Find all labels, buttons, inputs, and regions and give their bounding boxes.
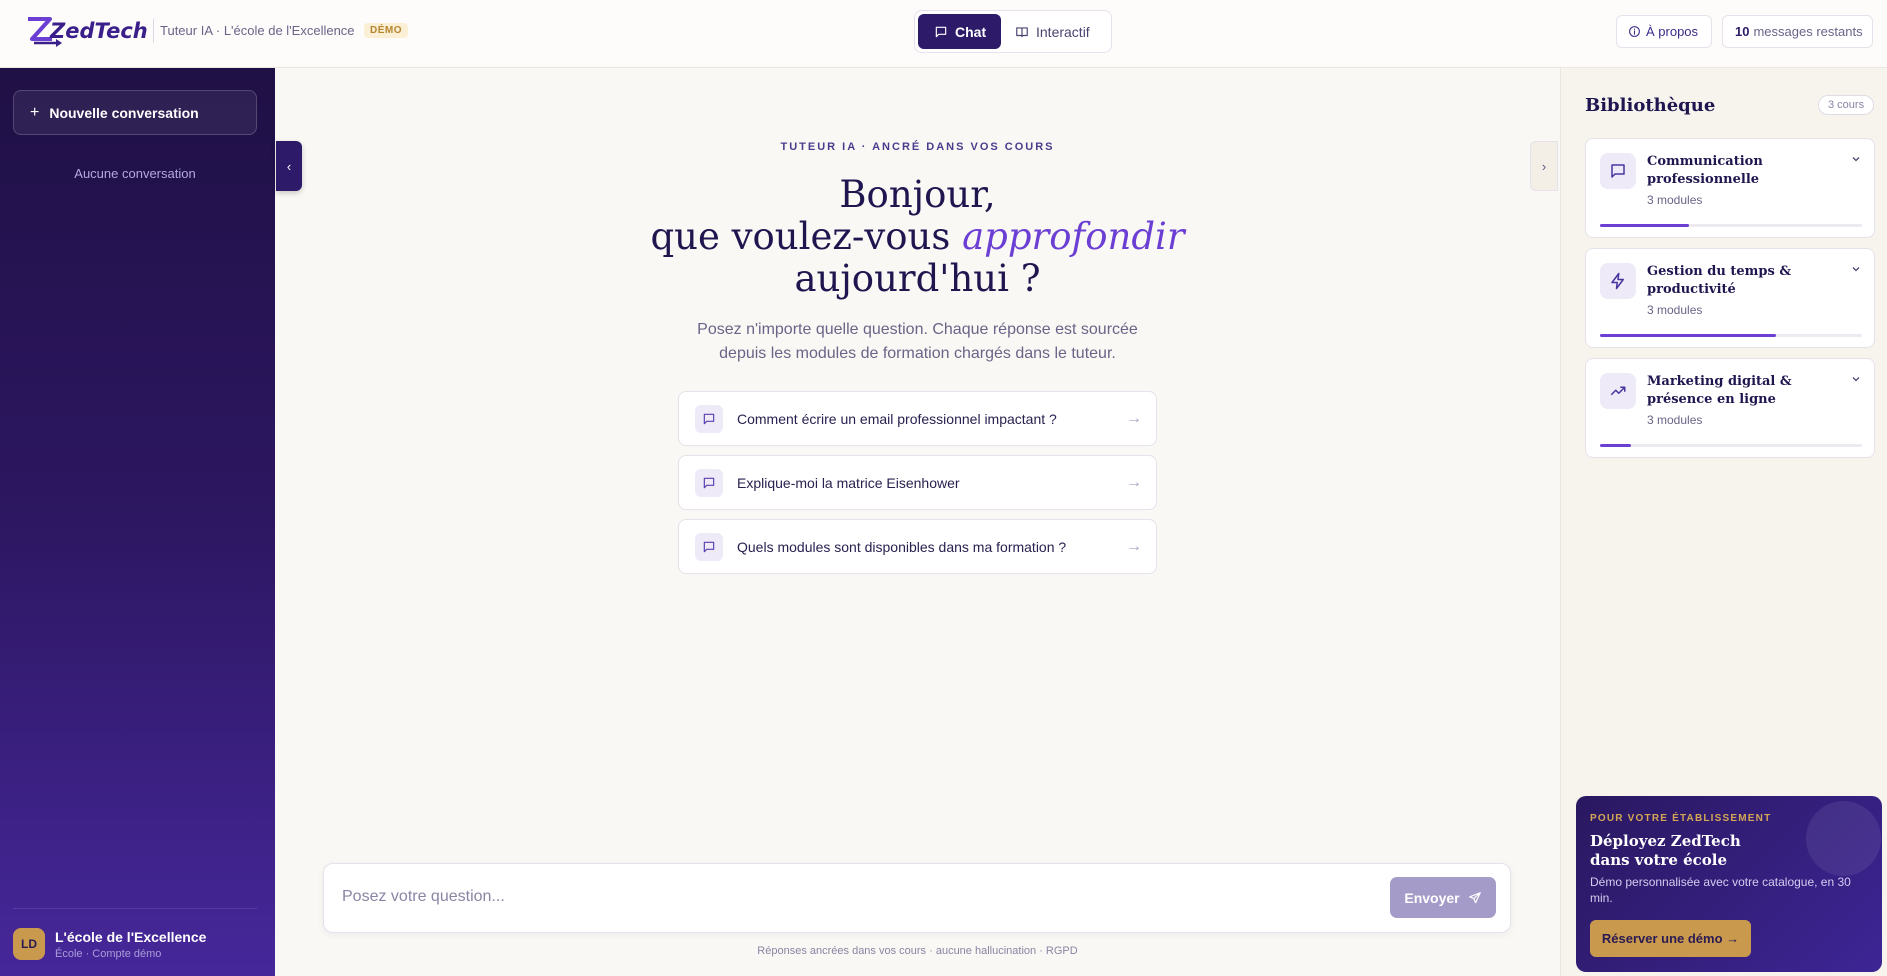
course-modules: 3 modules: [1647, 413, 1703, 427]
school-account[interactable]: LD L'école de l'Excellence École · Compt…: [13, 928, 206, 960]
course-title: Communication professionnelle: [1647, 154, 1763, 187]
course-title: Marketing digital & présence en ligne: [1647, 374, 1792, 407]
send-button[interactable]: Envoyer: [1390, 877, 1496, 918]
send-icon: [1468, 891, 1481, 903]
school-name: L'école de l'Excellence: [55, 928, 207, 945]
chevron-down-icon[interactable]: [1850, 263, 1862, 278]
mode-interactive-label: Interactif: [1036, 23, 1090, 40]
new-conversation-label: Nouvelle conversation: [49, 104, 199, 121]
hero-line-1: Bonjour,: [839, 173, 996, 216]
chevron-down-icon[interactable]: [1850, 373, 1862, 388]
mode-interactive-button[interactable]: Interactif: [1013, 14, 1109, 49]
hero-line-2: que voulez-vous approfondir: [275, 216, 1560, 258]
cta-title-line-2: dans votre école: [1590, 851, 1728, 869]
messages-label: messages restants: [1753, 24, 1863, 39]
chat-icon: [935, 26, 947, 37]
suggestion-card[interactable]: Explique-moi la matrice Eisenhower →: [678, 455, 1157, 510]
course-progress-fill: [1600, 334, 1776, 337]
chevron-left-icon: ‹: [286, 158, 292, 174]
chevron-right-icon: ›: [1541, 158, 1547, 174]
course-progress-fill: [1600, 224, 1690, 227]
trending-up-icon: [1600, 373, 1636, 409]
demo-badge: DÉMO: [364, 23, 408, 38]
cta-description: Démo personnalisée avec votre catalogue,…: [1590, 875, 1851, 905]
arrow-right-icon: →: [1126, 537, 1142, 555]
message-square-icon: [695, 532, 723, 561]
course-modules: 3 modules: [1647, 193, 1703, 207]
course-card[interactable]: Communication professionnelle 3 modules: [1585, 138, 1875, 238]
suggestion-text: Comment écrire un email professionnel im…: [737, 410, 1057, 427]
hero-subtitle-line-2: depuis les modules de formation chargés …: [719, 345, 1116, 362]
arrow-right-icon: →: [1126, 409, 1142, 427]
header-subtitle: Tuteur IA · L'école de l'Excellence: [160, 23, 355, 38]
logo-text: ZedTech: [49, 19, 148, 43]
school-role: École · Compte démo: [55, 947, 162, 960]
sidebar-divider: [13, 908, 257, 909]
suggestion-text: Quels modules sont disponibles dans ma f…: [737, 538, 1067, 555]
about-button[interactable]: À propos: [1616, 15, 1712, 48]
top-header: ZedTech Tuteur IA · L'école de l'Excelle…: [0, 0, 1887, 68]
messages-remaining: 10 messages restants: [1722, 15, 1873, 48]
cta-title-line-1: Déployez ZedTech: [1590, 832, 1741, 850]
mode-switch: Chat Interactif: [914, 10, 1112, 53]
book-demo-button[interactable]: Réserver une démo →: [1590, 920, 1751, 957]
course-modules: 3 modules: [1647, 303, 1703, 317]
course-title: Gestion du temps & productivité: [1647, 264, 1792, 297]
mode-chat-button[interactable]: Chat: [918, 14, 1001, 49]
composer-footnote: Réponses ancrées dans vos cours · aucune…: [757, 945, 1078, 957]
message-square-icon: [695, 468, 723, 497]
course-card[interactable]: Marketing digital & présence en ligne 3 …: [1585, 358, 1875, 458]
new-conversation-button[interactable]: + Nouvelle conversation: [13, 90, 257, 135]
hero-line-2-text: que voulez-vous: [650, 215, 963, 258]
course-progress-bar: [1600, 224, 1862, 227]
course-progress-bar: [1600, 444, 1862, 447]
cta-title: Déployez ZedTech dans votre école: [1590, 832, 1741, 870]
course-card[interactable]: Gestion du temps & productivité 3 module…: [1585, 248, 1875, 348]
messages-count: 10: [1735, 24, 1750, 39]
hero-emphasis: approfondir: [962, 215, 1185, 258]
message-square-icon: [1600, 153, 1636, 189]
zedtech-logo[interactable]: ZedTech: [24, 14, 164, 48]
library-title: Bibliothèque: [1585, 95, 1716, 116]
hero-eyebrow: TUTEUR IA · ANCRÉ DANS VOS COURS: [780, 141, 1055, 153]
plus-icon: +: [30, 103, 40, 121]
send-label: Envoyer: [1404, 889, 1460, 906]
arrow-right-icon: →: [1126, 473, 1142, 491]
message-square-icon: [695, 404, 723, 433]
suggestion-card[interactable]: Quels modules sont disponibles dans ma f…: [678, 519, 1157, 574]
question-composer: Envoyer: [323, 863, 1511, 933]
question-input[interactable]: [342, 888, 1342, 906]
hero-line-3: aujourd'hui ?: [794, 257, 1041, 300]
zap-icon: [1600, 263, 1636, 299]
book-icon: [1016, 26, 1028, 37]
mode-chat-label: Chat: [955, 23, 987, 40]
chevron-down-icon[interactable]: [1850, 153, 1862, 168]
header-separator: [153, 19, 154, 43]
logo-mark: ZedTech: [28, 17, 148, 47]
hero-subtitle: Posez n'importe quelle question. Chaque …: [275, 318, 1560, 366]
avatar: LD: [13, 928, 45, 960]
conversation-sidebar: + Nouvelle conversation Aucune conversat…: [0, 68, 275, 976]
hero-title: Bonjour, que voulez-vous approfondir auj…: [275, 174, 1560, 300]
suggestion-card[interactable]: Comment écrire un email professionnel im…: [678, 391, 1157, 446]
course-progress-fill: [1600, 444, 1632, 447]
suggestion-text: Explique-moi la matrice Eisenhower: [737, 474, 960, 491]
demo-cta-card: POUR VOTRE ÉTABLISSEMENT Déployez ZedTec…: [1576, 796, 1882, 972]
library-count-badge: 3 cours: [1818, 95, 1875, 115]
cta-decoration: [1806, 801, 1881, 876]
course-progress-bar: [1600, 334, 1862, 337]
info-icon: [1629, 26, 1640, 37]
cta-eyebrow: POUR VOTRE ÉTABLISSEMENT: [1590, 813, 1772, 824]
about-label: À propos: [1646, 24, 1699, 39]
empty-conversations-text: Aucune conversation: [74, 166, 196, 181]
hero-subtitle-line-1: Posez n'importe quelle question. Chaque …: [697, 321, 1138, 338]
